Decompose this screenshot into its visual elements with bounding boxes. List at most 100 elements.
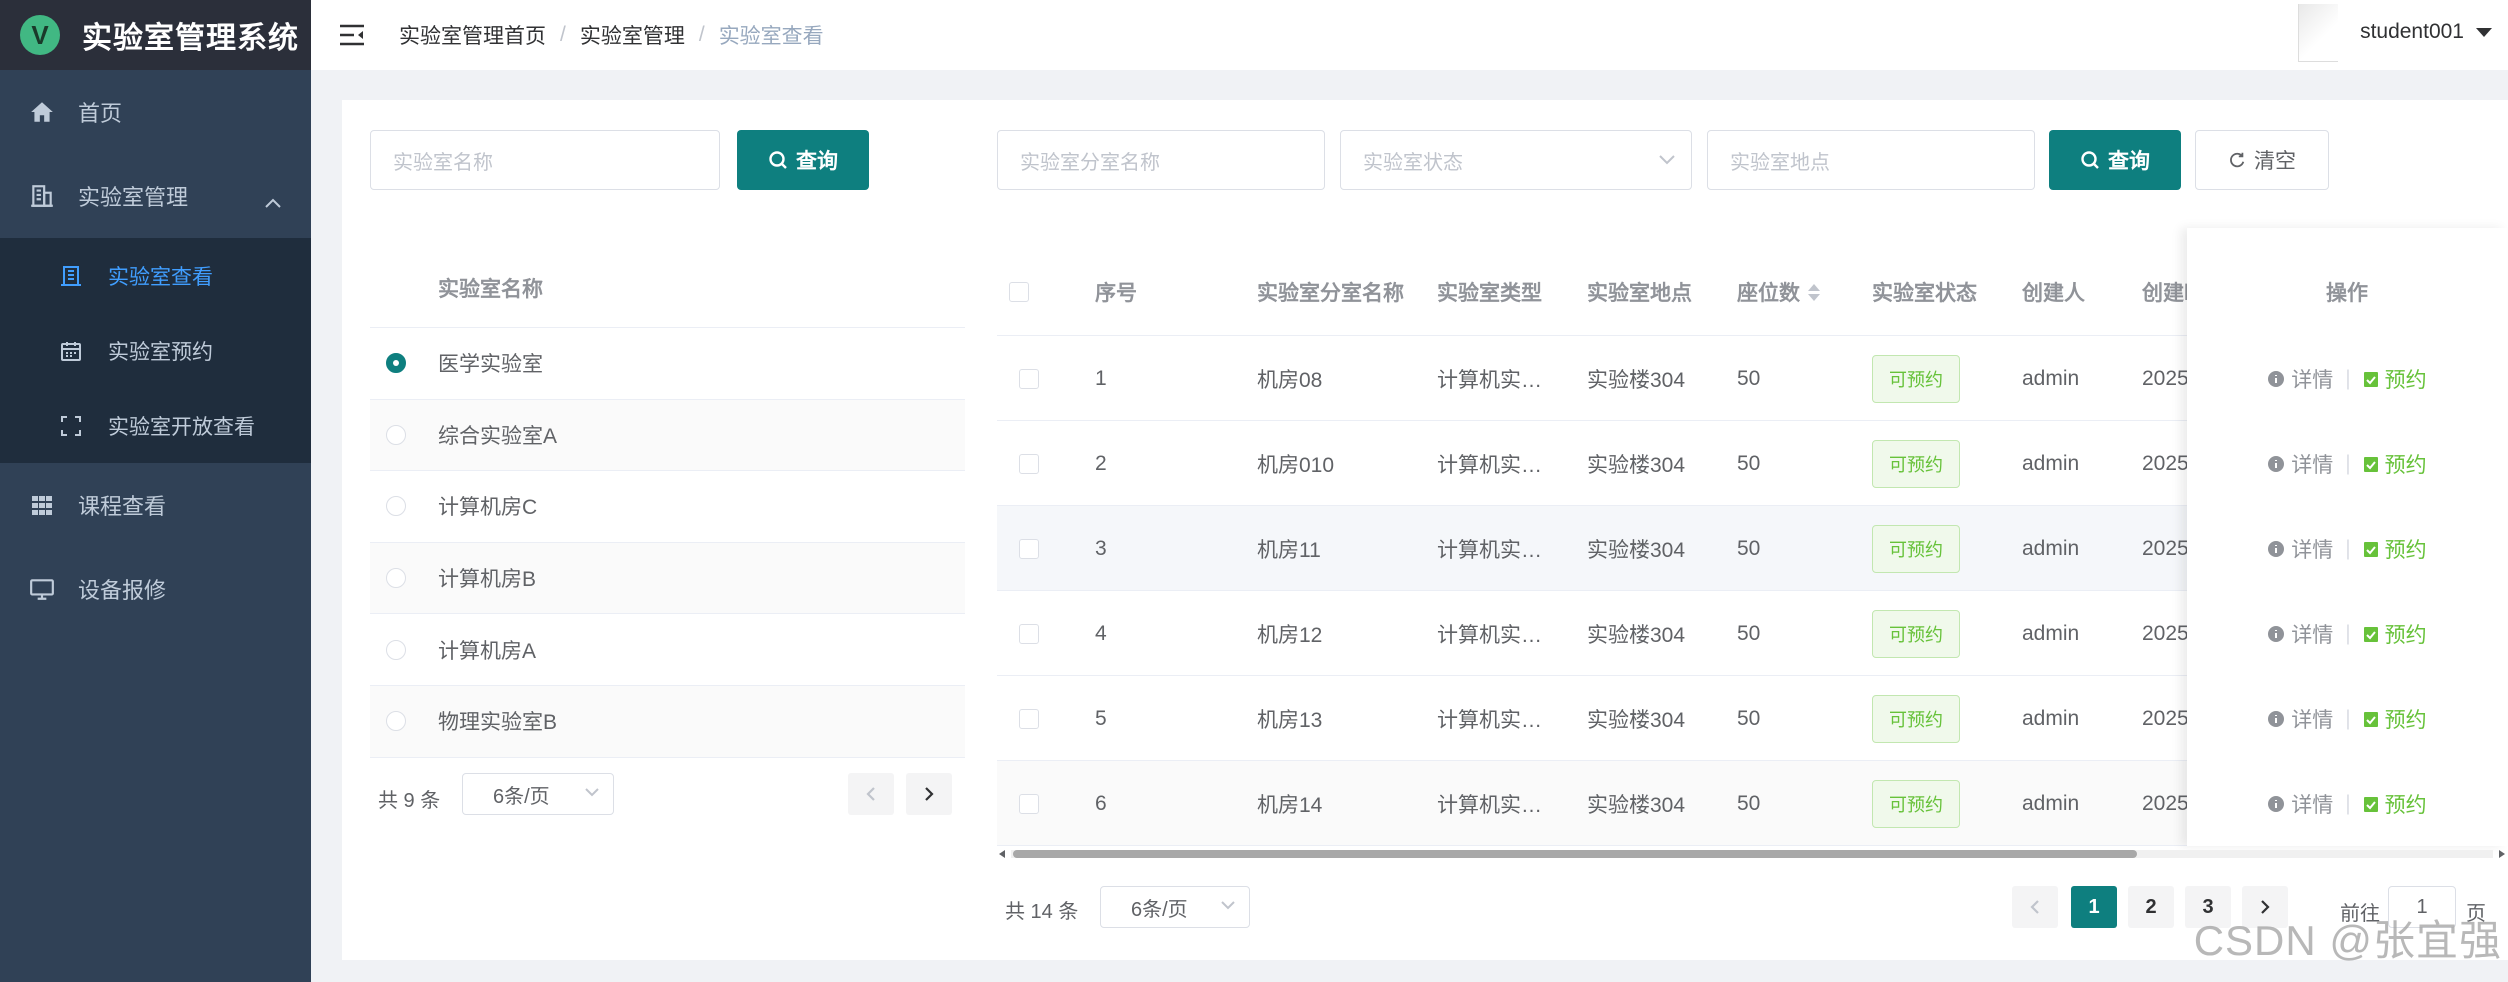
radio-button[interactable] bbox=[386, 353, 406, 374]
detail-button[interactable]: 详情 bbox=[2267, 534, 2333, 564]
right-search-button[interactable]: 查询 bbox=[2049, 130, 2181, 190]
calendar-icon bbox=[58, 338, 84, 364]
row-checkbox[interactable] bbox=[1019, 538, 1039, 559]
book-button[interactable]: 预约 bbox=[2363, 449, 2427, 479]
list-item[interactable]: 物理实验室B bbox=[370, 686, 965, 758]
left-prev-page-button[interactable] bbox=[848, 773, 894, 815]
scroll-left-icon[interactable] bbox=[997, 849, 1007, 859]
radio-button[interactable] bbox=[386, 424, 406, 445]
row-checkbox[interactable] bbox=[1019, 453, 1039, 474]
detail-button[interactable]: 详情 bbox=[2267, 789, 2333, 819]
column-header: 序号 bbox=[1095, 282, 1137, 305]
detail-button[interactable]: 详情 bbox=[2267, 364, 2333, 394]
radio-button[interactable] bbox=[386, 639, 406, 660]
select-all-checkbox[interactable] bbox=[1009, 282, 1029, 302]
status-badge: 可预约 bbox=[1872, 779, 1960, 828]
sidebar-item-label: 实验室预约 bbox=[108, 340, 213, 364]
clear-button[interactable]: 清空 bbox=[2195, 130, 2329, 190]
page-button-1[interactable]: 1 bbox=[2071, 886, 2117, 928]
sidebar-item-lab-open-view[interactable]: 实验室开放查看 bbox=[0, 388, 311, 463]
username[interactable]: student001 bbox=[2360, 20, 2464, 44]
hamburger-icon[interactable] bbox=[337, 20, 367, 50]
sidebar-item-home[interactable]: 首页 bbox=[0, 70, 311, 154]
chevron-down-icon bbox=[1659, 155, 1675, 165]
book-button[interactable]: 预约 bbox=[2363, 619, 2427, 649]
book-button[interactable]: 预约 bbox=[2363, 364, 2427, 394]
breadcrumb-home[interactable]: 实验室管理首页 bbox=[399, 20, 546, 50]
row-actions: 详情 | 预约 bbox=[2187, 421, 2507, 506]
clipboard-check-icon bbox=[2363, 371, 2378, 387]
info-icon bbox=[2268, 710, 2285, 727]
row-actions: 详情 | 预约 bbox=[2187, 761, 2507, 846]
horizontal-scrollbar[interactable] bbox=[997, 847, 2507, 859]
left-search-button[interactable]: 查询 bbox=[737, 130, 869, 190]
list-item[interactable]: 综合实验室A bbox=[370, 399, 965, 472]
row-actions: 详情 | 预约 bbox=[2187, 591, 2507, 676]
lab-name-input[interactable]: 实验室名称 bbox=[370, 130, 720, 190]
list-item[interactable]: 医学实验室 bbox=[370, 328, 965, 400]
lab-location-input[interactable]: 实验室地点 bbox=[1707, 130, 2035, 190]
chevron-right-icon bbox=[925, 787, 934, 801]
lab-status-select[interactable]: 实验室状态 bbox=[1340, 130, 1692, 190]
row-checkbox[interactable] bbox=[1019, 793, 1039, 814]
sidebar-item-lab-view[interactable]: 实验室查看 bbox=[0, 238, 311, 313]
sidebar-item-label: 实验室查看 bbox=[108, 265, 213, 289]
info-icon bbox=[2268, 625, 2285, 642]
watermark: CSDN @张宜强 bbox=[2193, 917, 2502, 964]
radio-button[interactable] bbox=[386, 568, 406, 589]
list-item[interactable]: 计算机房C bbox=[370, 471, 965, 543]
chevron-left-icon bbox=[866, 787, 875, 801]
scrollbar-thumb[interactable] bbox=[1013, 850, 2137, 858]
app-title: 实验室管理系统 bbox=[82, 22, 299, 55]
row-checkbox[interactable] bbox=[1019, 623, 1039, 644]
operations-column: 操作 详情 | 预约 详情 | 预约 详情 | 预约 详情 | 预约 详情 | … bbox=[2187, 228, 2507, 846]
left-page-size-select[interactable]: 6条/页 bbox=[462, 773, 614, 815]
detail-button[interactable]: 详情 bbox=[2267, 619, 2333, 649]
sort-icon[interactable] bbox=[1808, 283, 1820, 301]
sidebar-item-equipment-repair[interactable]: 设备报修 bbox=[0, 547, 311, 631]
column-header: 实验室类型 bbox=[1437, 282, 1542, 305]
search-icon bbox=[2081, 151, 2099, 169]
table-pager-total: 共 14 条 bbox=[1005, 901, 1079, 923]
radio-button[interactable] bbox=[386, 711, 406, 732]
radio-button[interactable] bbox=[386, 496, 406, 517]
top-header: 实验室管理首页 / 实验室管理 / 实验室查看 student001 bbox=[311, 0, 2508, 70]
detail-button[interactable]: 详情 bbox=[2267, 449, 2333, 479]
info-icon bbox=[2268, 540, 2285, 557]
fullscreen-icon bbox=[58, 413, 84, 439]
page-button-2[interactable]: 2 bbox=[2128, 886, 2174, 928]
avatar[interactable] bbox=[2298, 4, 2338, 62]
search-icon bbox=[769, 151, 787, 169]
sidebar-item-lab-management[interactable]: 实验室管理 bbox=[0, 154, 311, 238]
info-icon bbox=[2268, 795, 2285, 812]
status-badge: 可预约 bbox=[1872, 354, 1960, 403]
book-button[interactable]: 预约 bbox=[2363, 789, 2427, 819]
table-prev-page-button[interactable] bbox=[2012, 886, 2058, 928]
row-checkbox[interactable] bbox=[1019, 368, 1039, 389]
row-actions: 详情 | 预约 bbox=[2187, 336, 2507, 421]
left-next-page-button[interactable] bbox=[906, 773, 952, 815]
book-button[interactable]: 预约 bbox=[2363, 704, 2427, 734]
clipboard-check-icon bbox=[2363, 456, 2378, 472]
list-item[interactable]: 计算机房A bbox=[370, 614, 965, 686]
sidebar-item-lab-booking[interactable]: 实验室预约 bbox=[0, 313, 311, 388]
status-badge: 可预约 bbox=[1872, 524, 1960, 573]
column-header-sortable[interactable]: 座位数 bbox=[1737, 248, 1820, 336]
lab-list-header: 实验室名称 bbox=[370, 248, 965, 328]
table-page-size-select[interactable]: 6条/页 bbox=[1100, 886, 1250, 928]
detail-button[interactable]: 详情 bbox=[2267, 704, 2333, 734]
book-button[interactable]: 预约 bbox=[2363, 534, 2427, 564]
row-checkbox[interactable] bbox=[1019, 708, 1039, 729]
breadcrumb: 实验室管理首页 / 实验室管理 / 实验室查看 bbox=[399, 20, 824, 50]
left-pager-total: 共 9 条 bbox=[378, 790, 441, 812]
sidebar-item-label: 课程查看 bbox=[78, 494, 167, 519]
list-item[interactable]: 计算机房B bbox=[370, 542, 965, 615]
breadcrumb-lab-management[interactable]: 实验室管理 bbox=[580, 20, 685, 50]
caret-down-icon[interactable] bbox=[2476, 28, 2492, 37]
row-actions: 详情 | 预约 bbox=[2187, 506, 2507, 591]
sub-lab-name-input[interactable]: 实验室分室名称 bbox=[997, 130, 1325, 190]
column-header: 创建人 bbox=[2022, 282, 2085, 305]
sidebar-item-course-view[interactable]: 课程查看 bbox=[0, 463, 311, 547]
breadcrumb-current: 实验室查看 bbox=[718, 25, 824, 48]
scroll-right-icon[interactable] bbox=[2497, 849, 2507, 859]
